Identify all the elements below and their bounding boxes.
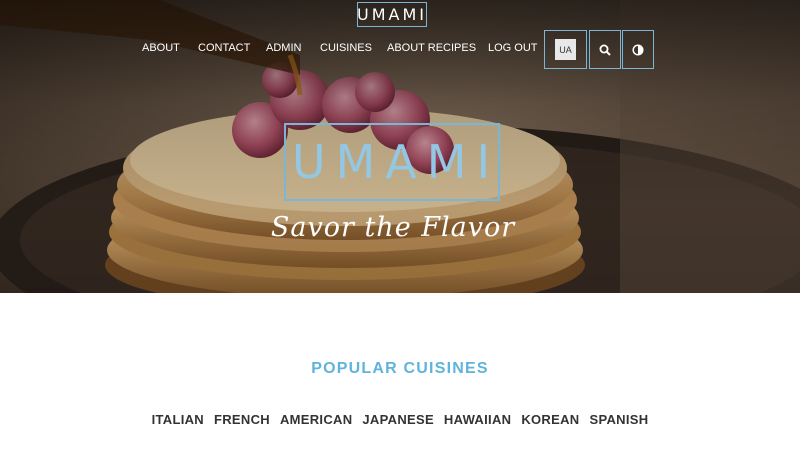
nav-contact[interactable]: CONTACT (198, 42, 250, 54)
cuisine-french[interactable]: FRENCH (214, 412, 270, 427)
theme-toggle-button[interactable] (622, 30, 654, 69)
language-label: UA (555, 39, 576, 60)
nav-logout[interactable]: LOG OUT (488, 42, 538, 54)
cuisine-hawaiian[interactable]: HAWAIIAN (444, 412, 511, 427)
search-button[interactable] (589, 30, 621, 69)
cuisine-japanese[interactable]: JAPANESE (362, 412, 434, 427)
nav-about-recipes[interactable]: ABOUT RECIPES (387, 42, 476, 54)
cuisine-korean[interactable]: KOREAN (521, 412, 579, 427)
nav-cuisines[interactable]: CUISINES (320, 42, 372, 54)
hero-brand: UMAMI (284, 123, 500, 201)
search-icon (599, 44, 611, 56)
cuisine-list: ITALIAN FRENCH AMERICAN JAPANESE HAWAIIA… (0, 412, 800, 427)
language-switcher[interactable]: UA (544, 30, 587, 69)
cuisine-italian[interactable]: ITALIAN (152, 412, 204, 427)
hero-tagline: Savor the Flavor (270, 212, 516, 243)
cuisine-american[interactable]: AMERICAN (280, 412, 352, 427)
contrast-icon (632, 43, 644, 56)
main-nav: ABOUT CONTACT ADMIN CUISINES ABOUT RECIP… (0, 42, 800, 58)
popular-cuisines-title: POPULAR CUISINES (311, 360, 489, 377)
hero-banner: UMAMI ABOUT CONTACT ADMIN CUISINES ABOUT… (0, 0, 800, 293)
nav-admin[interactable]: ADMIN (266, 42, 301, 54)
cuisine-spanish[interactable]: SPANISH (589, 412, 648, 427)
nav-about[interactable]: ABOUT (142, 42, 180, 54)
site-logo[interactable]: UMAMI (357, 2, 427, 27)
